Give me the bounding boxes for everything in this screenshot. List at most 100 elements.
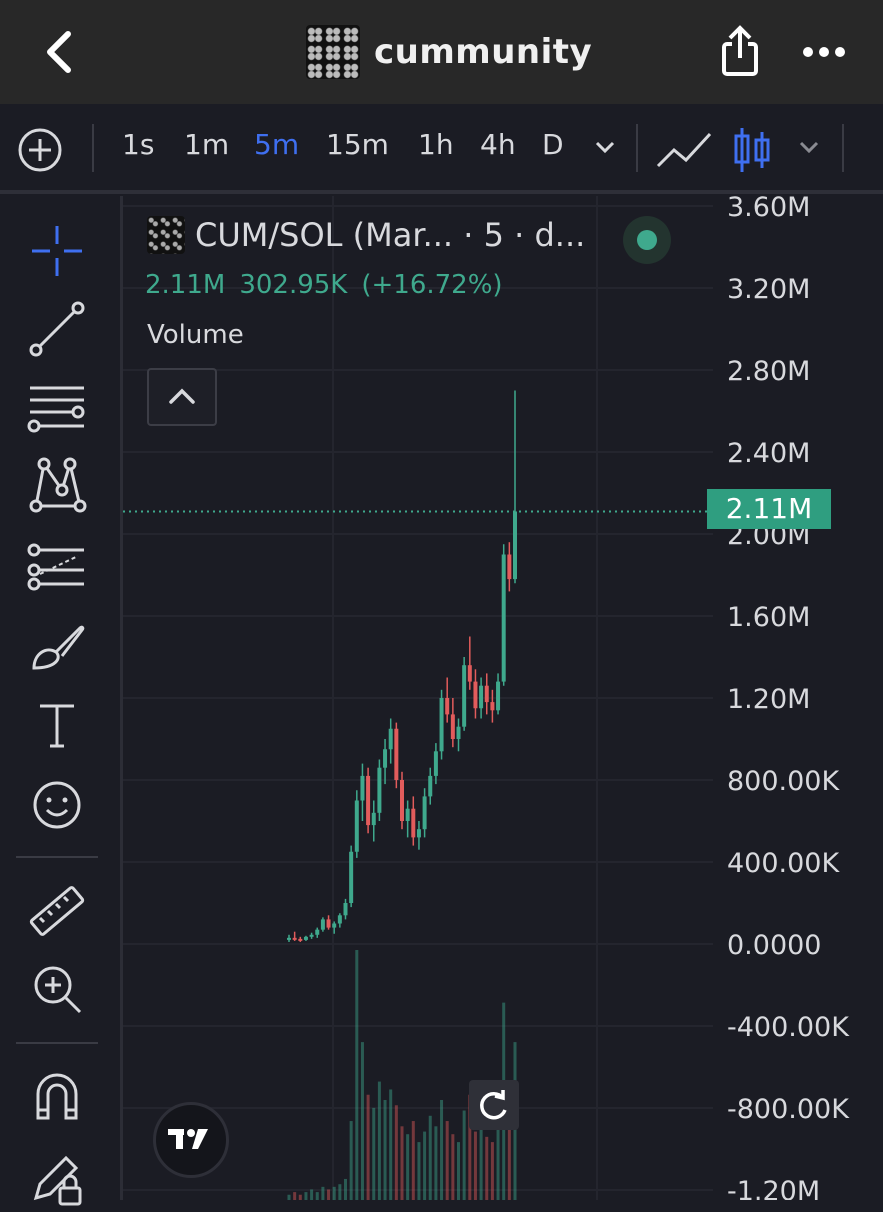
price-axis-label: 3.20M [727, 274, 810, 305]
volume-bar [383, 1100, 387, 1200]
zoom-in-tool[interactable] [26, 958, 88, 1020]
chart-style-dropdown-button[interactable] [796, 134, 822, 160]
volume-bar [411, 1121, 415, 1200]
volume-bar [417, 1142, 421, 1200]
zoom-in-icon [34, 966, 82, 1014]
tradingview-logo[interactable] [153, 1102, 229, 1178]
symbol-text: CUM/SOL (Mar... · 5 · d... [195, 216, 586, 254]
candle-body [309, 934, 314, 937]
candle-body [428, 775, 433, 797]
pattern-tool[interactable] [26, 454, 88, 516]
candle-body [371, 812, 376, 826]
top-bar: cummunity [0, 0, 883, 104]
volume-bar [293, 1192, 297, 1200]
price-axis-label: 2.40M [727, 438, 810, 469]
volume-bar [372, 1107, 376, 1200]
candle-body [513, 511, 517, 580]
volume-bar [389, 1089, 393, 1200]
trend-line-tool[interactable] [26, 298, 88, 360]
candle-body [394, 728, 399, 780]
plus-circle-icon [18, 128, 62, 172]
candle-body [292, 937, 297, 940]
candle-body [349, 851, 354, 903]
interval-d[interactable]: D [542, 128, 564, 161]
candle-body [405, 808, 410, 821]
emoji-tool[interactable] [26, 774, 88, 836]
price-axis-label: 400.00K [727, 848, 840, 879]
candle-body [416, 829, 421, 838]
line-chart-button[interactable] [656, 128, 712, 172]
volume-bar [440, 1100, 444, 1200]
candle-body [507, 554, 512, 580]
candle-body [467, 665, 472, 682]
candle-body [496, 681, 501, 711]
candle-body [433, 751, 438, 776]
candle-body [411, 808, 416, 838]
back-button[interactable] [30, 22, 86, 82]
chevron-left-icon [47, 31, 71, 73]
volume-bar [451, 1134, 455, 1200]
brush-tool[interactable] [26, 616, 88, 678]
candle-body [377, 767, 382, 813]
interval-5m[interactable]: 5m [254, 128, 299, 161]
legend-price: 2.11M [145, 270, 226, 300]
volume-bar [479, 1126, 483, 1200]
price-axis-label: 1.60M [727, 602, 810, 633]
current-price-label: 2.11M [707, 489, 831, 529]
toolbar-divider [16, 856, 98, 858]
candle-body [326, 919, 331, 928]
collapse-legend-button[interactable] [147, 368, 217, 426]
interval-15m[interactable]: 15m [326, 128, 389, 161]
candle-body [298, 938, 303, 941]
volume-bar [462, 1110, 466, 1200]
interval-dropdown-button[interactable] [592, 134, 618, 160]
ohlc-legend: 2.11M 302.95K (+16.72%) [145, 270, 517, 300]
ruler-tool[interactable] [26, 880, 88, 942]
candles-chart-button[interactable] [732, 124, 772, 176]
share-button[interactable] [714, 22, 766, 82]
more-horizontal-icon [803, 47, 845, 57]
candle-body [501, 554, 506, 682]
interval-4h[interactable]: 4h [480, 128, 516, 161]
token-logo [147, 216, 185, 254]
crosshair-tool[interactable] [26, 220, 88, 282]
interval-1m[interactable]: 1m [184, 128, 229, 161]
volume-bar [485, 1136, 489, 1200]
toolbar-divider [842, 124, 844, 172]
lock-drawing-icon [33, 1155, 82, 1206]
interval-1h[interactable]: 1h [418, 128, 454, 161]
text-tool[interactable] [26, 694, 88, 756]
candle-body [343, 903, 348, 916]
candlestick-series [287, 390, 517, 942]
prediction-tool[interactable] [26, 534, 88, 596]
symbol-legend[interactable]: CUM/SOL (Mar... · 5 · d... [147, 216, 585, 254]
candle-body [383, 749, 388, 768]
candle-body [400, 780, 404, 821]
magnet-tool[interactable] [26, 1066, 88, 1128]
add-indicator-button[interactable] [16, 126, 64, 174]
candle-body [337, 915, 342, 924]
volume-bar [490, 1142, 494, 1200]
candle-body [315, 929, 320, 935]
candle-body [445, 698, 450, 715]
reset-chart-button[interactable] [469, 1080, 519, 1130]
price-axis-label: 2.80M [727, 356, 810, 387]
volume-bar [473, 1131, 477, 1200]
interval-1s[interactable]: 1s [122, 128, 154, 161]
candle-body [462, 665, 467, 727]
volume-indicator-label[interactable]: Volume [147, 320, 244, 350]
candle-body [332, 923, 337, 928]
candle-body [479, 685, 484, 709]
volume-bar [360, 1042, 364, 1200]
candle-body [354, 800, 359, 852]
ruler-icon [29, 886, 85, 936]
volume-bar [445, 1121, 449, 1200]
volume-bar [406, 1134, 410, 1200]
lock-drawing-tool[interactable] [26, 1146, 88, 1208]
fib-retracement-tool[interactable] [26, 376, 88, 438]
market-status-indicator[interactable] [623, 216, 671, 264]
more-button[interactable] [798, 26, 850, 78]
volume-bar [349, 1121, 353, 1200]
chart-area[interactable]: 3.60M 3.20M 2.80M 2.40M 2.00M 1.60M 1.20M 800.0… [120, 196, 883, 1200]
candle-body [456, 726, 461, 739]
